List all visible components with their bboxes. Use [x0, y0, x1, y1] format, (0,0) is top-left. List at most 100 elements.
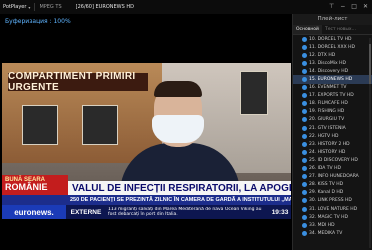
channel-icon	[302, 109, 307, 115]
playlist-item-label: 18. FILMCAFE HD	[309, 101, 348, 107]
channel-icon	[302, 198, 307, 204]
playlist-item-label: 28. KISS TV HD	[309, 182, 344, 188]
playlist-item[interactable]: 30. LINK PRESS HD	[293, 197, 372, 205]
file-format-label: MPEG TS	[39, 4, 62, 10]
channel-icon	[302, 77, 307, 83]
playlist-item-label: 15. EURONEWS HD	[309, 77, 353, 83]
playlist-item-label: 34. MEDIKA TV	[309, 230, 343, 236]
playlist-item-label: 31. LOVE NATURE HD	[309, 206, 358, 212]
playlist-item-label: 33. MDI HD	[309, 222, 335, 228]
playlist-item[interactable]: 13. DiscoMix HD	[293, 59, 372, 67]
playlist-item-label: 32. MAGIC TV HD	[309, 214, 348, 220]
channel-icon	[302, 141, 307, 147]
divider	[34, 3, 36, 11]
playlist-scroll-thumb[interactable]	[369, 44, 371, 84]
playlist-item[interactable]: 16. EVENMET TV	[293, 84, 372, 92]
playlist-panel: Плей-лист Основной Тест новых... 10. DOR…	[292, 14, 372, 250]
news-section-label: EXTERNE	[70, 208, 102, 216]
tab-main[interactable]: Основной	[293, 25, 322, 34]
channel-icon	[302, 101, 307, 107]
playlist-item-label: 19. FISHING HD	[309, 109, 345, 115]
playlist-title: Плей-лист	[293, 14, 372, 25]
playlist-item[interactable]: 11. DORCEL XXX HD	[293, 43, 372, 51]
channel-icon	[302, 166, 307, 172]
video-frame[interactable]: COMPARTIMENT PRIMIRI URGENTE BUNĂ SEARA …	[2, 63, 291, 219]
playlist-item-label: 22. HGTV HD	[309, 133, 339, 139]
playlist-item[interactable]: 34. MEDIKA TV	[293, 229, 372, 237]
playlist-item-label: 17. EXPORTS TV HD	[309, 93, 354, 99]
minimize-icon[interactable]: −	[340, 3, 345, 10]
close-icon[interactable]: ✕	[363, 3, 368, 10]
playlist-item-label: 26. IDA TV HD	[309, 166, 341, 172]
channel-icon	[302, 190, 307, 196]
channel-icon	[302, 206, 307, 212]
playlist-item-label: 16. EVENMET TV	[309, 85, 347, 91]
playlist-item[interactable]: 18. FILMCAFE HD	[293, 100, 372, 108]
channel-icon	[302, 157, 307, 163]
playlist-item-label: 24. HISTORY HD	[309, 149, 346, 155]
hospital-sign: COMPARTIMENT PRIMIRI URGENTE	[8, 71, 148, 93]
maximize-icon[interactable]: □	[351, 3, 357, 10]
playlist-list: 10. DORCEL TV HD 11. DORCEL XXX HD 12. DTX…	[293, 35, 372, 237]
playlist-item-label: 11. DORCEL XXX HD	[309, 44, 355, 50]
playlist-item[interactable]: 31. LOVE NATURE HD	[293, 205, 372, 213]
playlist-item[interactable]: 14. Discovery HD	[293, 67, 372, 75]
reporter-hair	[154, 81, 202, 97]
playlist-item[interactable]: 22. HGTV HD	[293, 132, 372, 140]
playlist-item[interactable]: 28. KISS TV HD	[293, 181, 372, 189]
playlist-item[interactable]: 20. GIURGIU TV	[293, 116, 372, 124]
app-menu-button[interactable]: PotPlayer ▾	[0, 4, 30, 10]
playlist-item-label: 13. DiscoMix HD	[309, 60, 346, 66]
playlist-item[interactable]: 26. IDA TV HD	[293, 165, 372, 173]
channel-icon	[302, 174, 307, 180]
playlist-item-label: 29. Kanal D HD	[309, 190, 344, 196]
app-name: PotPlayer	[3, 4, 27, 10]
playlist-item-label: 21. GTV ISTENIA	[309, 125, 346, 131]
playlist-item[interactable]: 27. INFO HUNEDOARA	[293, 173, 372, 181]
face-mask	[152, 115, 204, 143]
playlist-item-label: 20. GIURGIU TV	[309, 117, 345, 123]
buffering-status: Буферизация : 100%	[5, 18, 71, 25]
chevron-down-icon: ▾	[28, 4, 31, 10]
channel-icon	[302, 117, 307, 123]
channel-icon	[302, 125, 307, 131]
channel-icon	[302, 182, 307, 188]
playlist-item[interactable]: 12. DTX HD	[293, 51, 372, 59]
playlist-item-label: 10. DORCEL TV HD	[309, 36, 352, 42]
playlist-item[interactable]: 24. HISTORY HD	[293, 148, 372, 156]
tab-test[interactable]: Тест новых...	[322, 25, 359, 34]
playlist-item[interactable]: 29. Kanal D HD	[293, 189, 372, 197]
window	[240, 71, 268, 115]
channel-icon	[302, 133, 307, 139]
channel-icon	[302, 52, 307, 58]
euronews-logo: euronews.	[2, 205, 66, 219]
playlist-item-label: 14. Discovery HD	[309, 68, 349, 74]
playlist-item[interactable]: 19. FISHING HD	[293, 108, 372, 116]
playlist-item[interactable]: 33. MDI HD	[293, 221, 372, 229]
broadcast-time: 19:33	[271, 208, 289, 216]
playlist-item[interactable]: 15. EURONEWS HD	[293, 75, 372, 84]
window	[22, 105, 58, 145]
playlist-item[interactable]: 23. HISTORY 2 HD	[293, 140, 372, 148]
channel-icon	[302, 68, 307, 74]
news-headline: VALUL DE INFECȚII RESPIRATORII, LA APOGE…	[72, 182, 291, 194]
channel-icon	[302, 85, 307, 91]
channel-icon	[302, 60, 307, 66]
playlist-item[interactable]: 10. DORCEL TV HD	[293, 35, 372, 43]
playlist-item[interactable]: 25. ID DISCOVERY HD	[293, 156, 372, 164]
title-bar: PotPlayer ▾ MPEG TS [26/60] EURONEWS HD …	[0, 0, 372, 14]
channel-icon	[302, 149, 307, 155]
pin-icon[interactable]: ⊤	[329, 3, 334, 10]
playlist-item-label: 30. LINK PRESS HD	[309, 198, 352, 204]
channel-icon	[302, 93, 307, 99]
playlist-item[interactable]: 21. GTV ISTENIA	[293, 124, 372, 132]
playlist-item[interactable]: 32. MAGIC TV HD	[293, 213, 372, 221]
playlist-item[interactable]: 17. EXPORTS TV HD	[293, 92, 372, 100]
channel-icon	[302, 36, 307, 42]
brand-line-2: ROMÂNIE	[5, 182, 48, 192]
channel-icon	[302, 44, 307, 50]
playlist-item-label: 23. HISTORY 2 HD	[309, 141, 350, 147]
window	[82, 105, 118, 145]
news-ticker-text: 113 migranți salvați din Marea Mediteran…	[108, 207, 262, 217]
playlist-item-label: 25. ID DISCOVERY HD	[309, 157, 358, 163]
